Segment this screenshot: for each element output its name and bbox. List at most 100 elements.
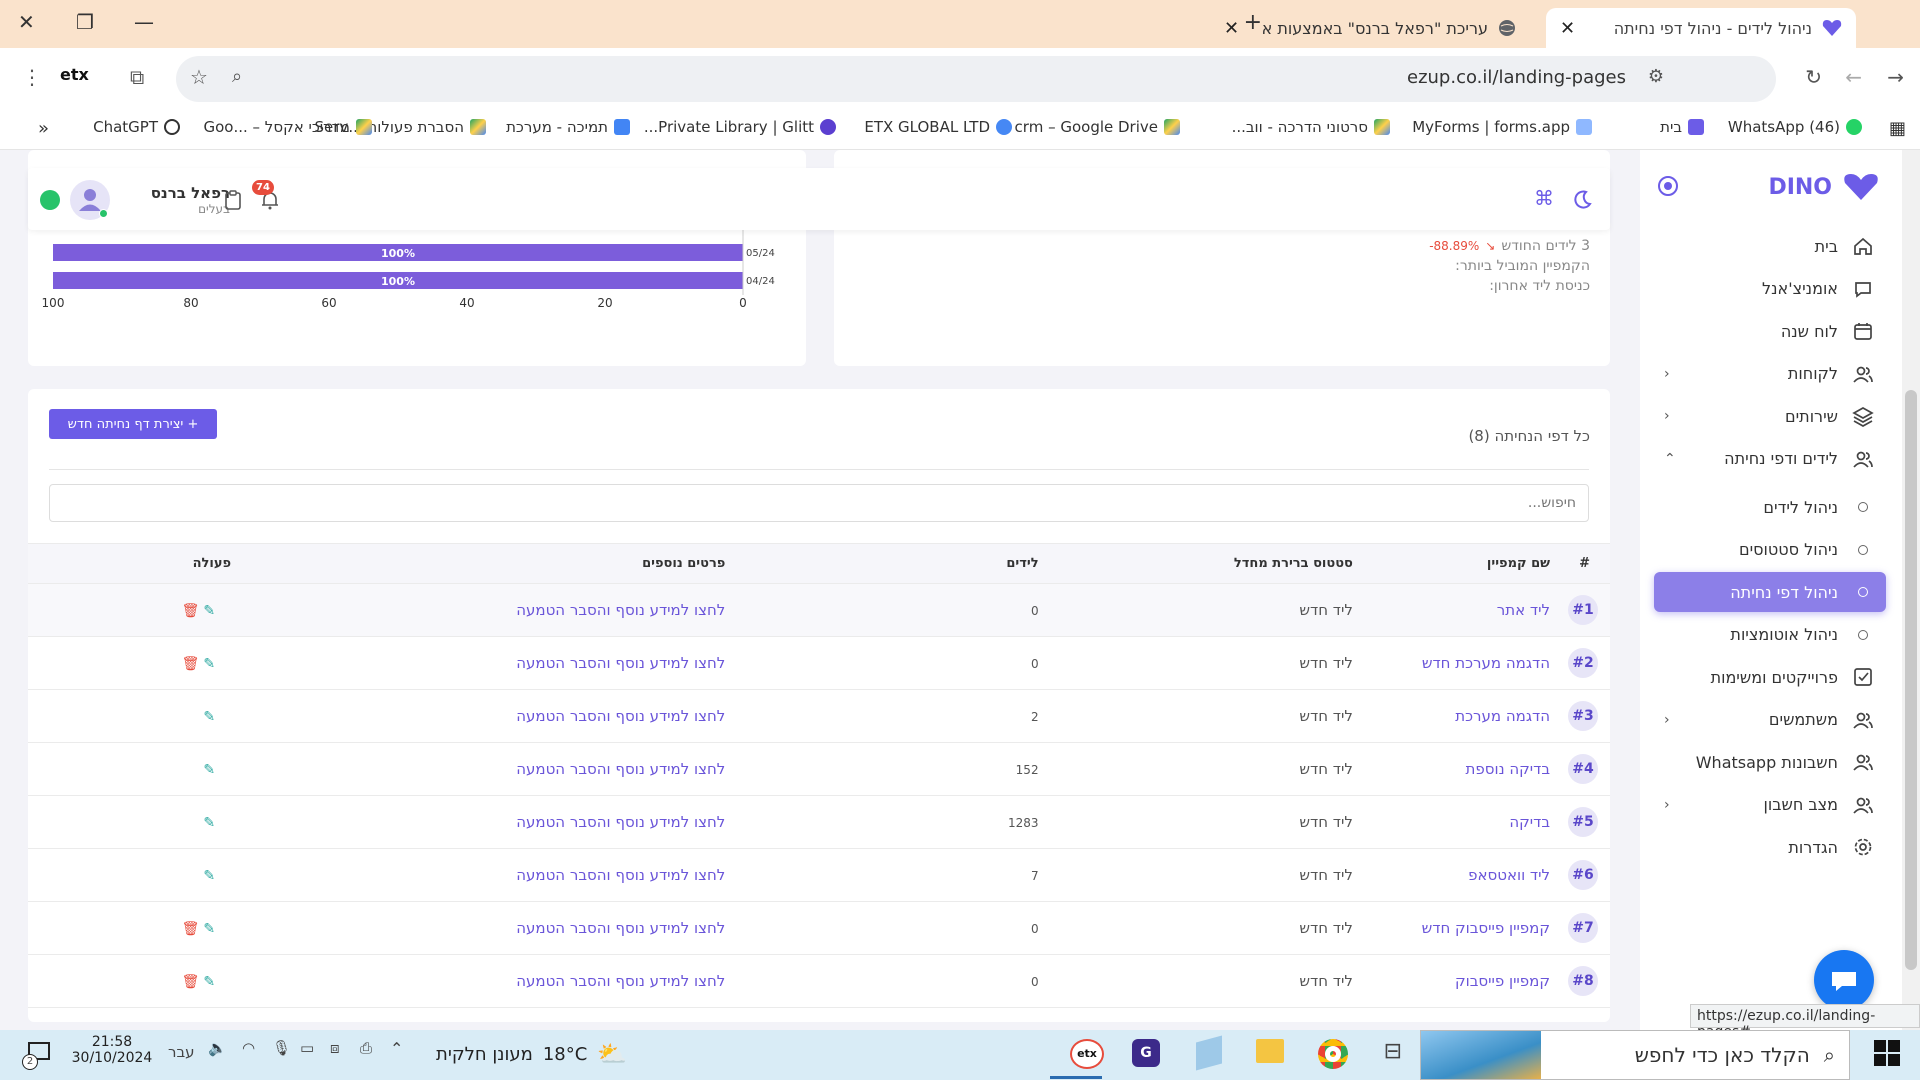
microphone-icon[interactable]: 🎙 xyxy=(272,1039,291,1057)
etx-extension-icon[interactable]: etx xyxy=(60,65,89,84)
user-info[interactable]: רפאל ברנס בעלים xyxy=(120,184,230,216)
bookmark-home[interactable]: בית xyxy=(1660,118,1704,136)
chat-widget-button[interactable] xyxy=(1814,950,1874,1010)
menu-dots-icon[interactable]: ⋮ xyxy=(22,65,42,89)
campaign-name-link[interactable]: ליד אתר xyxy=(1497,601,1550,619)
sidebar-subitem[interactable]: ניהול דפי נחיתה xyxy=(1654,572,1886,612)
scrollbar-thumb[interactable] xyxy=(1905,390,1917,970)
campaign-name-link[interactable]: הדגמה מערכת xyxy=(1455,707,1550,725)
sidebar-item[interactable]: בית xyxy=(1654,226,1886,266)
close-window-icon[interactable]: ✕ xyxy=(18,10,35,34)
meet-now-icon[interactable]: ⎙ xyxy=(360,1039,372,1057)
delete-icon[interactable]: 🗑 xyxy=(182,974,200,990)
sidebar-item[interactable]: פרוייקטים ומשימות xyxy=(1654,657,1886,697)
command-icon[interactable]: ⌘ xyxy=(1534,186,1554,210)
weather-widget[interactable]: ⛅ 18°C מעונן חלקית xyxy=(436,1040,627,1068)
sidebar-item[interactable]: משתמשים ‹ xyxy=(1654,700,1886,740)
chrome-icon[interactable] xyxy=(1318,1039,1348,1069)
bookmark-myforms[interactable]: MyForms | forms.app xyxy=(1412,118,1592,136)
wifi-icon[interactable]: ◠ xyxy=(242,1039,255,1057)
sidebar-item[interactable]: לקוחות ‹ xyxy=(1654,354,1886,394)
sidebar-item[interactable]: מצב חשבון ‹ xyxy=(1654,785,1886,825)
delete-icon[interactable]: 🗑 xyxy=(182,603,200,619)
campaign-name-link[interactable]: בדיקה נוספת xyxy=(1466,760,1550,778)
close-icon[interactable]: ✕ xyxy=(1560,18,1575,39)
details-link[interactable]: לחצו למידע נוסף והסבר הטמעה xyxy=(516,813,725,831)
bookmark-glitter[interactable]: Private Library | Glitt... xyxy=(644,118,836,136)
language-indicator[interactable]: עבר xyxy=(168,1043,195,1061)
edit-icon[interactable]: ✎ xyxy=(203,921,215,937)
minimize-window-icon[interactable]: — xyxy=(134,10,154,34)
sidebar-item[interactable]: אומניצ'אנל xyxy=(1654,269,1886,309)
back-icon[interactable]: → xyxy=(1887,65,1904,89)
edit-icon[interactable]: ✎ xyxy=(203,815,215,831)
sidebar-item[interactable]: לידים ודפי נחיתה ⌃ xyxy=(1654,439,1886,479)
details-link[interactable]: לחצו למידע נוסף והסבר הטמעה xyxy=(516,707,725,725)
details-link[interactable]: לחצו למידע נוסף והסבר הטמעה xyxy=(516,919,725,937)
bookmark-etx[interactable]: ETX GLOBAL LTD xyxy=(864,118,1012,136)
task-view-icon[interactable]: ⊟ xyxy=(1384,1039,1402,1064)
apps-grid-icon[interactable]: ▦ xyxy=(1889,118,1906,139)
notes-app-icon[interactable] xyxy=(1196,1035,1222,1071)
bookmark-crm-drive[interactable]: crm – Google Drive xyxy=(1015,118,1180,136)
close-icon[interactable]: ✕ xyxy=(1224,18,1239,39)
collapse-sidebar-icon[interactable] xyxy=(1658,176,1678,196)
bookmark-chatgpt[interactable]: ChatGPT xyxy=(93,118,180,136)
file-explorer-icon[interactable] xyxy=(1256,1039,1284,1063)
tab-active[interactable]: ניהול לידים - ניהול דפי נחיתה ✕ xyxy=(1546,8,1856,48)
extensions-icon[interactable]: ⧉ xyxy=(130,65,144,89)
sidebar-item[interactable]: שירותים ‹ xyxy=(1654,396,1886,436)
chevron-up-icon[interactable]: ⌃ xyxy=(390,1039,403,1058)
delete-icon[interactable]: 🗑 xyxy=(182,921,200,937)
forward-icon[interactable]: ← xyxy=(1845,65,1862,89)
site-settings-icon[interactable]: ⚙ xyxy=(1648,66,1664,87)
campaign-name-link[interactable]: בדיקה xyxy=(1509,813,1550,831)
edit-icon[interactable]: ✎ xyxy=(203,868,215,884)
sidebar-item[interactable]: חשבונות Whatsapp xyxy=(1654,742,1886,782)
delete-icon[interactable]: 🗑 xyxy=(182,656,200,672)
more-bookmarks-icon[interactable]: « xyxy=(38,118,49,139)
edit-icon[interactable]: ✎ xyxy=(203,709,215,725)
sidebar-item[interactable]: הגדרות xyxy=(1654,827,1886,867)
bookmark-support[interactable]: תמיכה - מערכת xyxy=(506,118,630,136)
new-tab-button[interactable]: + xyxy=(1244,10,1262,35)
avatar[interactable] xyxy=(70,180,110,220)
restore-window-icon[interactable]: ❐ xyxy=(76,10,94,34)
clock[interactable]: 21:58 30/10/2024 xyxy=(70,1034,154,1066)
campaign-name-link[interactable]: קמפיין פייסבוק xyxy=(1455,972,1550,990)
details-link[interactable]: לחצו למידע נוסף והסבר הטמעה xyxy=(516,866,725,884)
windows-start-icon[interactable] xyxy=(1874,1040,1900,1066)
create-landing-page-button[interactable]: + יצירת דף נחיתה חדש xyxy=(49,409,217,439)
bookmark-videos[interactable]: סרטוני הדרכה - ווב... xyxy=(1232,118,1390,136)
sidebar-subitem[interactable]: ניהול סטטוסים xyxy=(1654,530,1886,570)
bookmark-excel[interactable]: מדריכי אקסל – ...Goo xyxy=(203,118,372,136)
campaign-name-link[interactable]: ליד וואטסאפ xyxy=(1468,866,1550,884)
notifications-icon[interactable]: 2 xyxy=(20,1040,50,1070)
details-link[interactable]: לחצו למידע נוסף והסבר הטמעה xyxy=(516,972,725,990)
campaign-name-link[interactable]: הדגמה מערכת חדש xyxy=(1422,654,1550,672)
star-icon[interactable]: ☆ xyxy=(190,65,208,89)
logo[interactable]: DINO xyxy=(1768,172,1880,202)
zoom-icon[interactable]: ⌕ xyxy=(232,66,242,87)
details-link[interactable]: לחצו למידע נוסף והסבר הטמעה xyxy=(516,601,725,619)
url-text[interactable]: ezup.co.il/landing-pages xyxy=(1407,67,1626,88)
edit-icon[interactable]: ✎ xyxy=(203,656,215,672)
sidebar-subitem[interactable]: ניהול אוטומציות xyxy=(1654,615,1886,655)
scrollbar[interactable] xyxy=(1902,150,1920,1030)
status-online-icon[interactable] xyxy=(40,190,60,210)
omnibox[interactable]: ⚙ ezup.co.il/landing-pages ⌕ ☆ xyxy=(176,56,1776,102)
sidebar-item[interactable]: לוח שנה xyxy=(1654,311,1886,351)
details-link[interactable]: לחצו למידע נוסף והסבר הטמעה xyxy=(516,654,725,672)
glitter-app-icon[interactable]: G xyxy=(1132,1039,1160,1067)
details-link[interactable]: לחצו למידע נוסף והסבר הטמעה xyxy=(516,760,725,778)
bookmark-whatsapp[interactable]: (46) WhatsApp xyxy=(1728,118,1862,136)
campaign-name-link[interactable]: קמפיין פייסבוק חדש xyxy=(1422,919,1550,937)
display-icon[interactable]: ⧈ xyxy=(330,1039,340,1057)
reload-icon[interactable]: ↻ xyxy=(1805,65,1822,89)
moon-icon[interactable] xyxy=(1572,190,1592,210)
battery-icon[interactable]: ▭ xyxy=(300,1039,314,1057)
sidebar-subitem[interactable]: ניהול לידים xyxy=(1654,487,1886,527)
edit-icon[interactable]: ✎ xyxy=(203,603,215,619)
volume-icon[interactable]: 🔈 xyxy=(208,1039,227,1057)
taskbar-search[interactable]: ⌕ הקלד כאן כדי לחפש xyxy=(1420,1030,1850,1080)
